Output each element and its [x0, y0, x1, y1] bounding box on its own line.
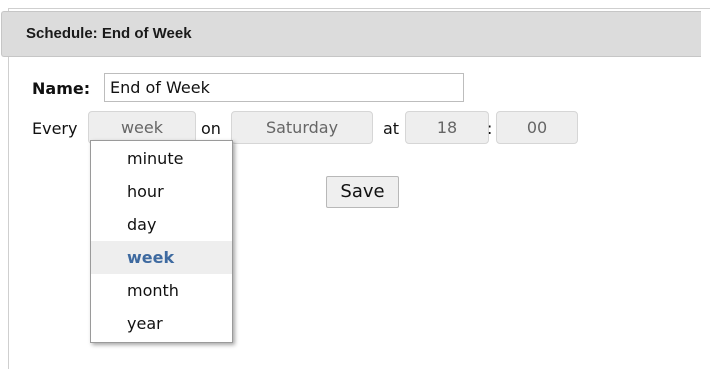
dropdown-option-day[interactable]: day: [91, 208, 232, 241]
on-label: on: [201, 119, 221, 138]
at-label: at: [383, 119, 400, 138]
save-button[interactable]: Save: [326, 176, 399, 208]
dropdown-option-minute[interactable]: minute: [91, 142, 232, 175]
panel-header: Schedule: End of Week: [1, 11, 701, 57]
name-input[interactable]: [104, 73, 464, 102]
minute-select[interactable]: 00: [496, 111, 578, 144]
dropdown-option-year[interactable]: year: [91, 307, 232, 340]
hour-select[interactable]: 18: [405, 111, 489, 144]
time-separator: :: [487, 119, 493, 138]
page-title: Schedule: End of Week: [26, 25, 192, 42]
name-label: Name:: [32, 79, 91, 98]
dropdown-option-week[interactable]: week: [91, 241, 232, 274]
day-select[interactable]: Saturday: [231, 111, 373, 144]
dropdown-option-month[interactable]: month: [91, 274, 232, 307]
frequency-dropdown: minute hour day week month year: [90, 140, 233, 343]
every-label: Every: [32, 119, 78, 138]
dropdown-option-hour[interactable]: hour: [91, 175, 232, 208]
